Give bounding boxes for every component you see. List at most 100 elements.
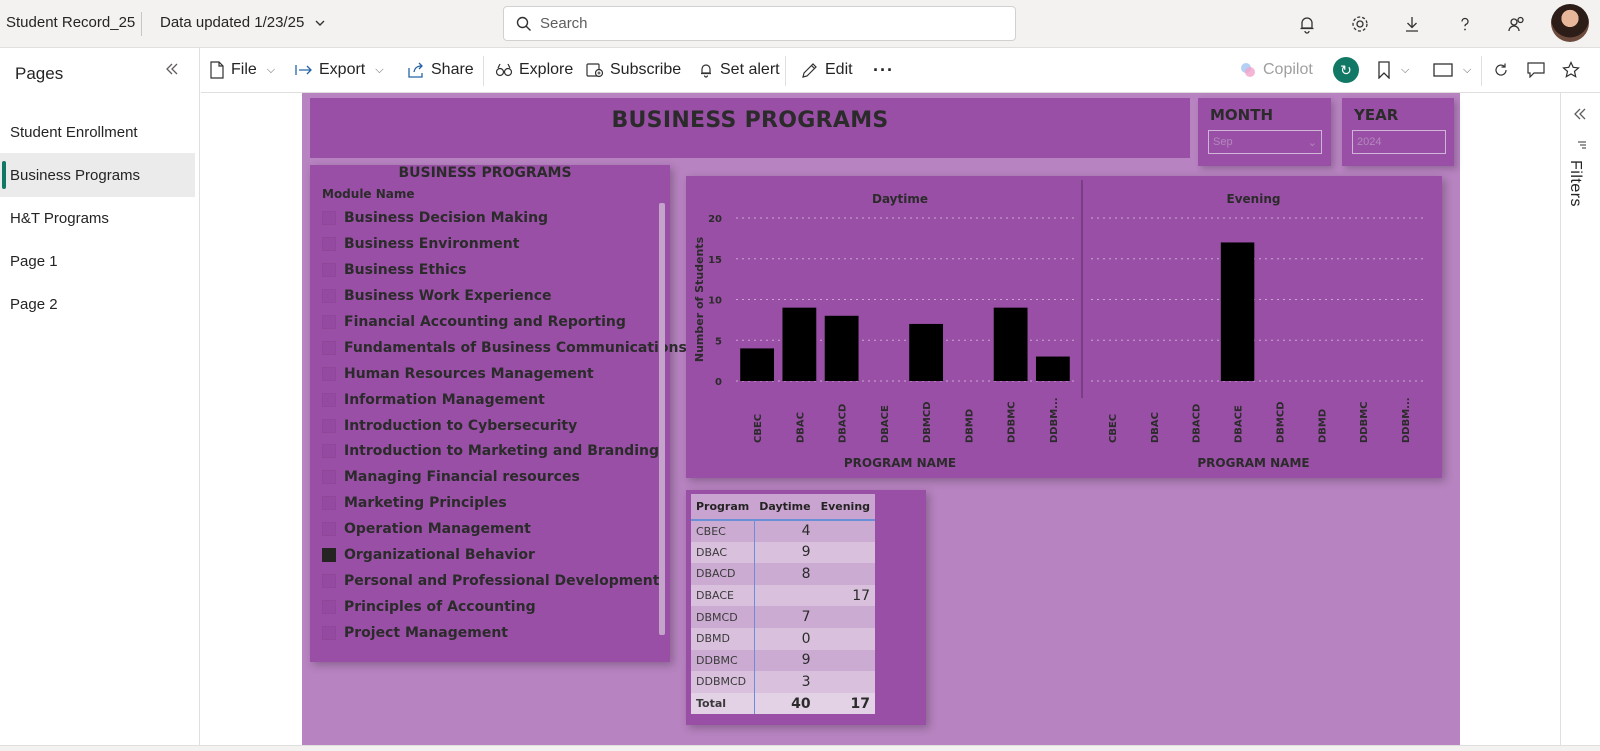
table-row[interactable]: DBMD 0 — [691, 627, 876, 650]
help-icon[interactable] — [1453, 12, 1477, 36]
share-people-icon[interactable] — [1505, 12, 1529, 36]
checkbox[interactable] — [322, 237, 336, 251]
year-dropdown[interactable]: 2024 — [1352, 130, 1446, 154]
export-menu-button[interactable]: Export ⌵ — [295, 58, 384, 82]
table-total-row[interactable]: Total 40 17 — [691, 692, 876, 715]
checkbox[interactable] — [322, 211, 336, 225]
gear-icon[interactable] — [1348, 12, 1372, 36]
collapse-pane-icon[interactable] — [165, 62, 179, 80]
data-updated-dropdown[interactable]: Data updated 1/23/25 — [160, 14, 326, 31]
checkbox[interactable] — [322, 470, 336, 484]
more-options-button[interactable]: ··· — [873, 58, 894, 82]
module-item[interactable]: Information Management — [322, 390, 545, 410]
table-cell — [815, 606, 876, 628]
x-tick-label: DBMD — [1317, 409, 1328, 443]
view-button[interactable]: ⌵ — [1433, 58, 1471, 82]
expand-filters-icon[interactable] — [1573, 107, 1587, 125]
refresh-circle-icon: ↻ — [1333, 57, 1359, 83]
refresh-status-button[interactable]: ↻ — [1333, 57, 1359, 83]
checkbox[interactable] — [322, 315, 336, 329]
module-item[interactable]: Business Environment — [322, 234, 519, 254]
checkbox[interactable] — [322, 444, 336, 458]
checkbox[interactable] — [322, 574, 336, 588]
page-item-ht-programs[interactable]: H&T Programs — [0, 196, 195, 240]
comment-button[interactable] — [1527, 58, 1545, 82]
module-item[interactable]: Introduction to Cybersecurity — [322, 416, 577, 436]
module-item[interactable]: Marketing Principles — [322, 493, 507, 513]
module-item[interactable]: Financial Accounting and Reporting — [322, 312, 626, 332]
checkbox[interactable] — [322, 393, 336, 407]
subscribe-button[interactable]: Subscribe — [586, 58, 681, 82]
checkbox[interactable] — [322, 367, 336, 381]
set-alert-button[interactable]: Set alert — [698, 58, 780, 82]
table-cell: CBEC — [691, 520, 755, 542]
page-item-business-programs[interactable]: Business Programs — [0, 153, 195, 197]
table-row[interactable]: DBMCD 7 — [691, 606, 876, 628]
edit-label: Edit — [825, 61, 853, 78]
checkbox[interactable] — [322, 600, 336, 614]
data-updated-label: Data updated 1/23/25 — [160, 14, 305, 31]
module-item[interactable]: Organizational Behavior — [322, 545, 535, 565]
page-item-page-2[interactable]: Page 2 — [0, 282, 195, 326]
module-item-label: Principles of Accounting — [344, 599, 536, 615]
search-input[interactable]: Search — [503, 6, 1016, 41]
y-tick-label: 10 — [708, 296, 722, 307]
file-menu-button[interactable]: File ⌵ — [209, 58, 275, 82]
module-item[interactable]: Human Resources Management — [322, 364, 594, 384]
bell-icon[interactable] — [1295, 12, 1319, 36]
table-row[interactable]: DDBMC 9 — [691, 649, 876, 672]
refresh-button[interactable] — [1493, 58, 1509, 82]
app-title[interactable]: Student Record_25 — [6, 14, 135, 31]
checkbox-checked[interactable] — [322, 548, 336, 562]
column-header[interactable]: Evening — [815, 494, 876, 521]
checkbox[interactable] — [322, 289, 336, 303]
view-icon — [1433, 63, 1453, 77]
table-row[interactable]: CBEC 4 — [691, 520, 876, 542]
module-item[interactable]: Introduction to Marketing and Branding — [322, 441, 659, 461]
table-row[interactable]: DDBMCD 3 — [691, 671, 876, 693]
top-bar: Student Record_25 Data updated 1/23/25 S… — [0, 0, 1600, 48]
favorite-button[interactable] — [1562, 58, 1580, 82]
share-button[interactable]: Share — [407, 58, 474, 82]
checkbox[interactable] — [322, 626, 336, 640]
bookmark-icon — [1378, 61, 1390, 79]
share-label: Share — [431, 61, 474, 78]
page-item-student-enrollment[interactable]: Student Enrollment — [0, 110, 195, 154]
table-row[interactable]: DBACE 17 — [691, 584, 876, 607]
module-item[interactable]: Principles of Accounting — [322, 597, 536, 617]
table-row[interactable]: DBACD 8 — [691, 563, 876, 585]
column-header[interactable]: Daytime — [754, 494, 816, 521]
module-list-scrollbar[interactable] — [659, 203, 665, 635]
month-value: Sep — [1213, 136, 1233, 148]
bookmark-button[interactable]: ⌵ — [1377, 58, 1409, 82]
month-dropdown[interactable]: Sep ⌄ — [1208, 130, 1322, 154]
explore-button[interactable]: Explore — [495, 58, 573, 82]
column-header[interactable]: Program — [691, 494, 755, 521]
table-row[interactable]: DBAC 9 — [691, 541, 876, 564]
module-item[interactable]: Fundamentals of Business Communications — [322, 338, 687, 358]
pages-title: Pages — [15, 64, 64, 83]
file-icon — [210, 61, 224, 79]
module-item[interactable]: Business Work Experience — [322, 286, 552, 306]
title-divider — [141, 12, 142, 36]
filters-label[interactable]: Filters — [1566, 160, 1584, 207]
checkbox[interactable] — [322, 341, 336, 355]
checkbox[interactable] — [322, 263, 336, 277]
module-item[interactable]: Business Decision Making — [322, 208, 548, 228]
table-cell: DBMCD — [691, 606, 755, 628]
module-item[interactable]: Operation Management — [322, 519, 531, 539]
checkbox[interactable] — [322, 522, 336, 536]
module-item[interactable]: Project Management — [322, 623, 508, 643]
module-item-label: Business Work Experience — [344, 288, 552, 304]
copilot-button[interactable]: Copilot — [1239, 58, 1313, 82]
page-item-page-1[interactable]: Page 1 — [0, 239, 195, 283]
module-item[interactable]: Managing Financial resources — [322, 467, 580, 487]
checkbox[interactable] — [322, 419, 336, 433]
download-icon[interactable] — [1400, 12, 1424, 36]
edit-button[interactable]: Edit — [801, 58, 853, 82]
checkbox[interactable] — [322, 496, 336, 510]
module-item[interactable]: Business Ethics — [322, 260, 466, 280]
module-item[interactable]: Personal and Professional Development — [322, 571, 659, 591]
user-avatar[interactable] — [1551, 4, 1589, 42]
set-alert-label: Set alert — [720, 61, 780, 78]
